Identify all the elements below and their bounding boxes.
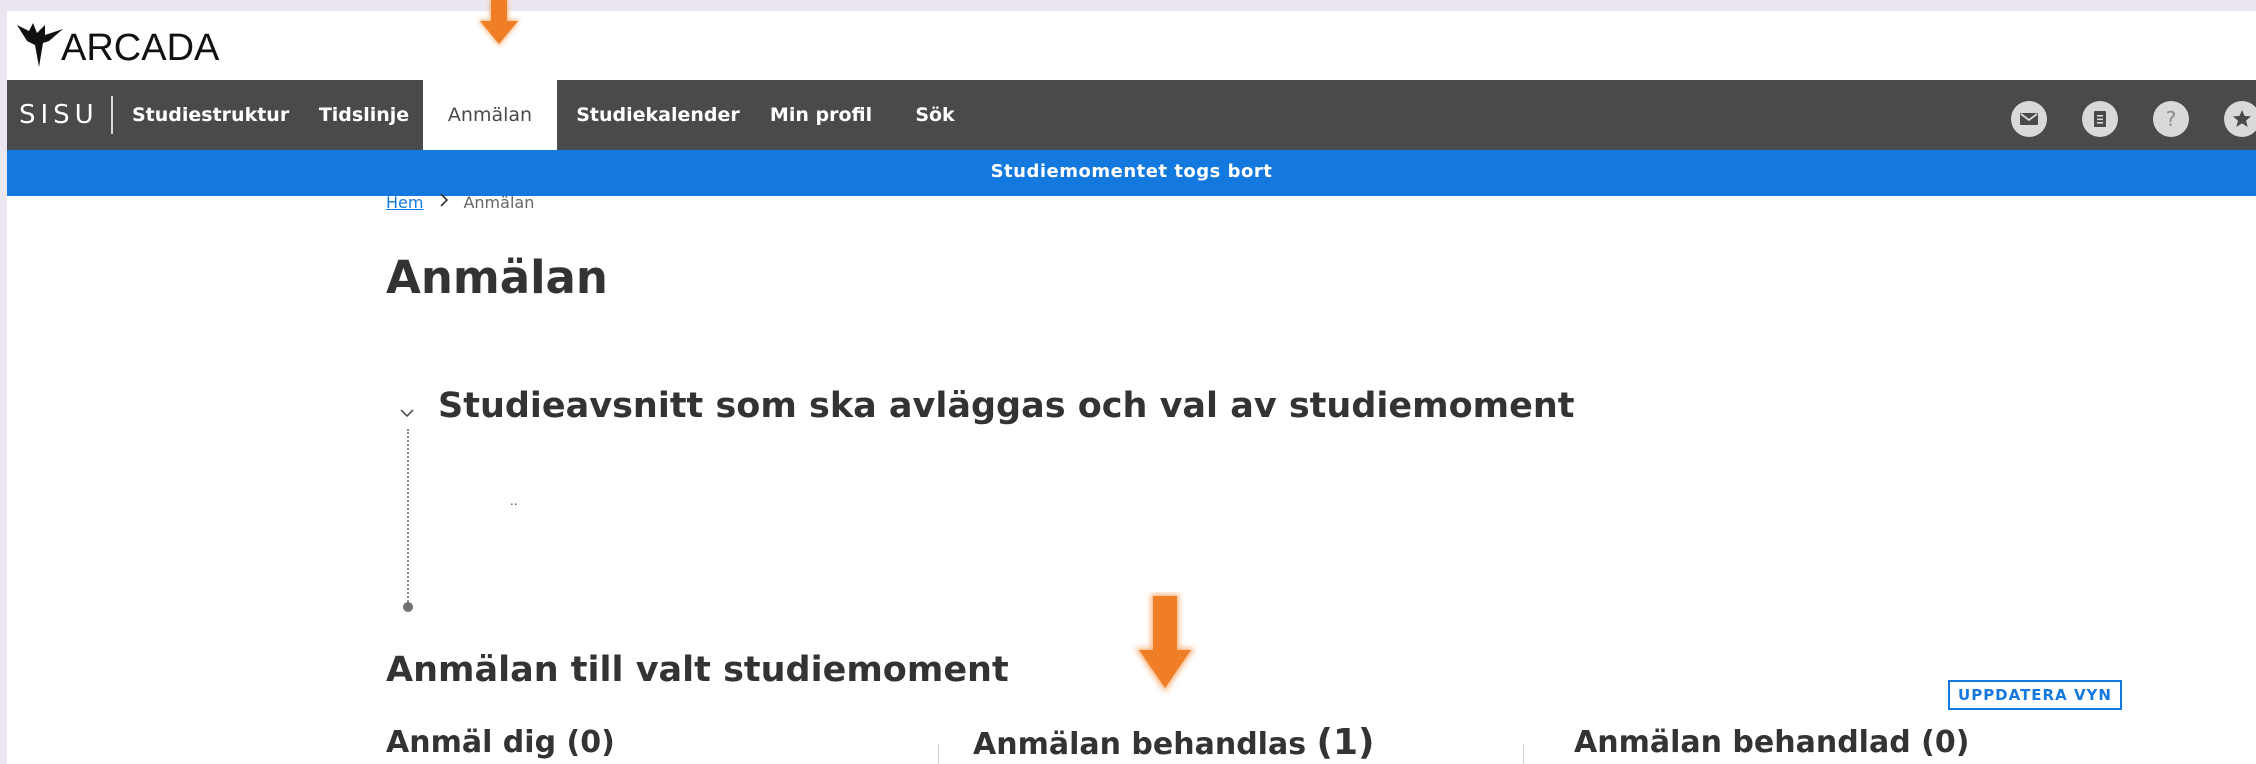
logo-text: ARCADA — [61, 26, 220, 69]
chevron-right-icon — [439, 192, 449, 213]
breadcrumb-home-link[interactable]: Hem — [386, 193, 423, 212]
nav-item-studiekalender[interactable]: Studiekalender — [575, 80, 741, 150]
timeline-dot — [403, 602, 413, 612]
refresh-view-button[interactable]: UPPDATERA VYN — [1948, 680, 2122, 710]
registration-title: Anmälan till valt studiemoment — [386, 650, 1009, 690]
column-count: (1) — [1316, 722, 1375, 763]
brand-divider — [111, 96, 113, 134]
column-divider — [1523, 744, 1524, 764]
logo-bar: ARCADA — [7, 11, 2256, 80]
orange-arrow-bottom-icon — [1135, 594, 1195, 692]
column-title-anmal-dig: Anmäl dig (0) — [386, 723, 615, 763]
timeline-line — [407, 429, 409, 605]
arcada-logo[interactable]: ARCADA — [15, 21, 219, 73]
nav-item-anmalan[interactable]: Anmälan — [423, 80, 557, 150]
bird-logo-icon — [15, 21, 65, 73]
mail-icon[interactable] — [2011, 101, 2047, 137]
section-placeholder: .. — [510, 494, 518, 508]
column-count: (0) — [566, 725, 615, 760]
help-glyph: ? — [2165, 107, 2177, 131]
notification-text: Studiemomentet togs bort — [990, 161, 1273, 182]
nav-item-tidslinje[interactable]: Tidslinje — [309, 80, 419, 150]
nav-item-studiestruktur[interactable]: Studiestruktur — [132, 80, 289, 150]
app-window: ARCADA SISU Studiestruktur Tidslinje Anm… — [7, 11, 2256, 764]
star-icon[interactable] — [2224, 101, 2256, 137]
notification-banner: Studiemomentet togs bort — [7, 150, 2256, 196]
nav-item-sok[interactable]: Sök — [905, 80, 965, 150]
breadcrumb: Hem Anmälan — [386, 192, 534, 213]
sisu-brand[interactable]: SISU — [19, 80, 99, 150]
nav-item-min-profil[interactable]: Min profil — [764, 80, 878, 150]
main-navbar: SISU Studiestruktur Tidslinje Anmälan St… — [7, 80, 2256, 150]
column-label: Anmälan behandlad — [1574, 725, 1911, 760]
page-title: Anmälan — [386, 251, 608, 304]
document-icon[interactable] — [2082, 101, 2118, 137]
column-count: (0) — [1921, 725, 1970, 760]
column-label: Anmälan behandlas — [973, 727, 1307, 762]
orange-arrow-top-icon — [478, 0, 520, 46]
column-label: Anmäl dig — [386, 725, 557, 760]
column-title-anmalan-behandlas: Anmälan behandlas (1) — [973, 723, 1374, 764]
column-title-anmalan-behandlad: Anmälan behandlad (0) — [1574, 723, 1969, 763]
help-icon[interactable]: ? — [2153, 101, 2189, 137]
breadcrumb-current: Anmälan — [463, 193, 535, 212]
section-title[interactable]: Studieavsnitt som ska avläggas och val a… — [438, 384, 1574, 428]
chevron-down-icon[interactable] — [399, 403, 415, 422]
column-divider — [938, 744, 939, 764]
